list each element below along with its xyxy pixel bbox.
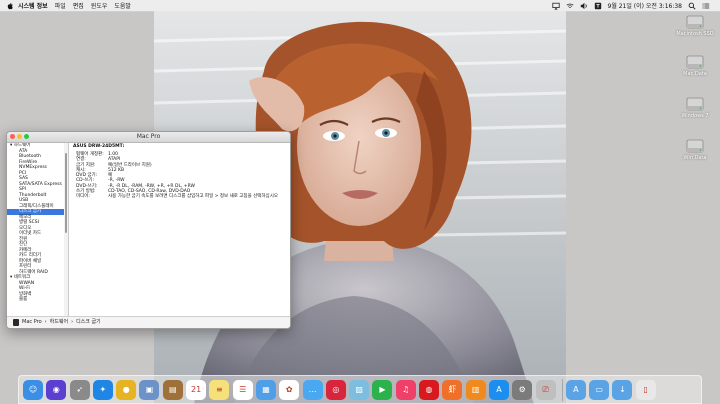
desktop-drive-macintosh-ssd[interactable]: Macintosh SSD bbox=[675, 14, 715, 37]
property-key: 미디어: bbox=[76, 194, 90, 200]
path-separator: › bbox=[44, 319, 47, 325]
messages-icon[interactable]: … bbox=[302, 379, 323, 400]
close-button[interactable] bbox=[10, 134, 15, 139]
desktop-drive-windows-7[interactable]: Windows 7 bbox=[675, 96, 715, 119]
system-information-icon[interactable]: ⎚ bbox=[535, 379, 556, 400]
system-preferences-icon[interactable]: ⚙ bbox=[512, 379, 533, 400]
status-area: 9월 21일 (이) 오전 3:16:38 bbox=[546, 0, 720, 11]
wifi-icon[interactable] bbox=[566, 2, 574, 10]
notes-book-icon[interactable]: ▤ bbox=[162, 379, 183, 400]
finder-icon[interactable]: ☺ bbox=[23, 379, 43, 400]
menu-edit[interactable]: 편집 bbox=[73, 1, 84, 10]
hard-drive-icon bbox=[686, 139, 704, 153]
netease-music-icon[interactable]: ◍ bbox=[419, 379, 440, 400]
sidebar: ▾ 하드웨어 ATA Bluetooth FireWire NVMExpress PCI S… bbox=[7, 143, 69, 316]
volume-icon[interactable] bbox=[580, 2, 588, 10]
menu-clock[interactable]: 9월 21일 (이) 오전 3:16:38 bbox=[608, 1, 683, 10]
preview-icon[interactable]: ▣ bbox=[139, 379, 160, 400]
menu-help[interactable]: 도움말 bbox=[114, 1, 131, 10]
device-heading: ASUS DRW-24D5MT: bbox=[73, 144, 125, 149]
facetime-icon[interactable]: ▶ bbox=[372, 379, 393, 400]
documents-folder-icon[interactable]: ▭ bbox=[589, 379, 610, 400]
dock: ☺ ◉ ➶ ✦ ● ▣ ▤ 21 ≡ ☰ ▦ ✿… ◎ ▨ ▶ ♫ ◍ 虾 ▥ A ⚙ ⎚ A ▭ ↓ ▯ bbox=[18, 375, 702, 404]
window-titlebar[interactable]: Mac Pro bbox=[7, 132, 290, 143]
menu-file[interactable]: 파일 bbox=[55, 1, 66, 10]
zoom-button[interactable] bbox=[24, 134, 29, 139]
launchpad-icon[interactable]: ➶ bbox=[69, 379, 90, 400]
drive-label: Macintosh SSD bbox=[676, 31, 714, 37]
reminders-icon[interactable]: ☰ bbox=[232, 379, 253, 400]
path-segment-mac-pro[interactable]: Mac Pro bbox=[22, 317, 42, 328]
calendar-icon[interactable]: 21 bbox=[186, 379, 207, 400]
ibooks-icon[interactable]: ▥ bbox=[465, 379, 486, 400]
menu-app-name[interactable]: 시스템 정보 bbox=[18, 1, 48, 10]
applications-folder-icon[interactable]: A bbox=[565, 379, 586, 400]
drive-label: Windows 7 bbox=[681, 113, 709, 119]
hard-drive-icon bbox=[686, 55, 704, 69]
trash-icon[interactable]: ▯ bbox=[635, 379, 656, 400]
path-segment-disc-burning[interactable]: 디스크 굽기 bbox=[76, 317, 101, 328]
detail-pane: ASUS DRW-24D5MT: 펌웨어 개정판: 1.00 연결: ATAPI 굽기 … bbox=[73, 144, 288, 316]
desktop-drive-win-data[interactable]: Win Data bbox=[675, 138, 715, 161]
notification-center-icon[interactable] bbox=[702, 2, 710, 10]
downloads-folder-icon[interactable]: ↓ bbox=[612, 379, 633, 400]
path-segment-hardware[interactable]: 하드웨어 bbox=[50, 317, 68, 328]
hard-drive-icon bbox=[686, 97, 704, 111]
apple-menu-icon[interactable] bbox=[6, 2, 14, 10]
itunes-icon[interactable]: ♫ bbox=[395, 379, 416, 400]
property-value: 사용 가능한 굽기 속도를 보려면 디스크를 삽입하고 파일 > 정보 새로 고… bbox=[108, 194, 278, 200]
spotlight-search-icon[interactable] bbox=[688, 2, 696, 10]
dock-separator bbox=[561, 378, 563, 401]
menu-window[interactable]: 윈도우 bbox=[91, 1, 108, 10]
mac-pro-icon bbox=[13, 319, 19, 326]
window-title: Mac Pro bbox=[136, 133, 161, 140]
keynote-icon[interactable]: ▦ bbox=[255, 379, 276, 400]
photobooth-icon[interactable]: ◎ bbox=[325, 379, 346, 400]
scrollbar-thumb[interactable] bbox=[65, 153, 67, 233]
property-row: 미디어: 사용 가능한 굽기 속도를 보려면 디스크를 삽입하고 파일 > 정보 … bbox=[73, 194, 288, 199]
photos-import-icon[interactable]: ▨ bbox=[349, 379, 370, 400]
system-information-window: Mac Pro ▾ 하드웨어 ATA Bluetooth FireWire NVMExp… bbox=[6, 131, 291, 329]
hard-drive-icon bbox=[686, 15, 704, 29]
notes-icon[interactable]: ≡ bbox=[209, 379, 230, 400]
drive-label: Win Data bbox=[683, 155, 707, 161]
sidebar-item[interactable]: 볼륨 bbox=[7, 297, 68, 303]
window-controls bbox=[10, 134, 31, 139]
photos-icon[interactable]: ✿ bbox=[279, 379, 300, 400]
path-separator: › bbox=[71, 319, 74, 325]
safari-icon[interactable]: ✦ bbox=[92, 379, 113, 400]
xiami-icon[interactable]: 虾 bbox=[442, 379, 463, 400]
siri-icon[interactable]: ◉ bbox=[46, 379, 67, 400]
airplay-icon[interactable] bbox=[551, 2, 560, 10]
sidebar-scrollbar[interactable] bbox=[64, 143, 68, 316]
minimize-button[interactable] bbox=[17, 134, 22, 139]
desktop-drive-mac-data[interactable]: Mac Data bbox=[675, 54, 715, 77]
drive-label: Mac Data bbox=[683, 71, 707, 77]
chrome-icon[interactable]: ● bbox=[116, 379, 137, 400]
path-bar: Mac Pro › 하드웨어 › 디스크 굽기 bbox=[7, 316, 290, 328]
appstore-icon[interactable]: A bbox=[488, 379, 509, 400]
input-source-icon[interactable] bbox=[594, 2, 602, 10]
